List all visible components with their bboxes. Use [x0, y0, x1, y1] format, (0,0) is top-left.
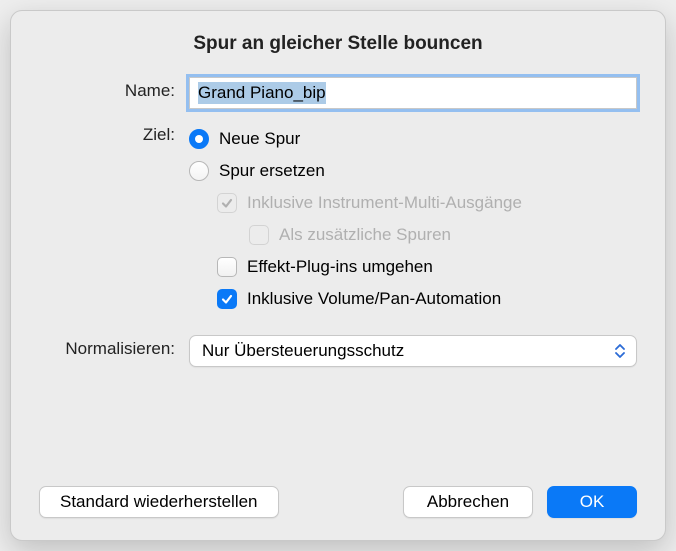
- radio-replace-track[interactable]: Spur ersetzen: [189, 155, 637, 187]
- check-as-additional-label: Als zusätzliche Spuren: [279, 225, 451, 245]
- check-include-volpan-label: Inklusive Volume/Pan-Automation: [247, 289, 501, 309]
- name-input[interactable]: Grand Piano_bip: [189, 77, 637, 109]
- normalize-row: Normalisieren: Nur Übersteuerungsschutz: [39, 335, 637, 367]
- normalize-select[interactable]: Nur Übersteuerungsschutz: [189, 335, 637, 367]
- checkbox-icon: [217, 257, 237, 277]
- radio-icon: [189, 129, 209, 149]
- check-include-multi: Inklusive Instrument-Multi-Ausgänge: [189, 187, 637, 219]
- ok-button[interactable]: OK: [547, 486, 637, 518]
- radio-replace-track-label: Spur ersetzen: [219, 161, 325, 181]
- radio-new-track[interactable]: Neue Spur: [189, 123, 637, 155]
- checkbox-icon: [217, 289, 237, 309]
- checkbox-icon: [249, 225, 269, 245]
- restore-default-button[interactable]: Standard wiederherstellen: [39, 486, 279, 518]
- bounce-dialog: Spur an gleicher Stelle bouncen Name: Gr…: [10, 10, 666, 541]
- normalize-value: Nur Übersteuerungsschutz: [202, 341, 610, 361]
- check-include-volpan[interactable]: Inklusive Volume/Pan-Automation: [189, 283, 637, 315]
- button-row: Standard wiederherstellen Abbrechen OK: [39, 486, 637, 518]
- cancel-button[interactable]: Abbrechen: [403, 486, 533, 518]
- check-bypass-fx-label: Effekt-Plug-ins umgehen: [247, 257, 433, 277]
- name-row: Name: Grand Piano_bip: [39, 77, 637, 109]
- destination-row: Ziel: Neue Spur Spur ersetzen Inklusive …: [39, 121, 637, 315]
- normalize-label: Normalisieren:: [39, 335, 189, 359]
- name-label: Name:: [39, 77, 189, 101]
- chevron-up-down-icon: [610, 340, 630, 362]
- name-input-value: Grand Piano_bip: [198, 82, 326, 104]
- check-bypass-fx[interactable]: Effekt-Plug-ins umgehen: [189, 251, 637, 283]
- radio-new-track-label: Neue Spur: [219, 129, 300, 149]
- checkbox-icon: [217, 193, 237, 213]
- check-as-additional: Als zusätzliche Spuren: [189, 219, 637, 251]
- destination-label: Ziel:: [39, 121, 189, 145]
- check-include-multi-label: Inklusive Instrument-Multi-Ausgänge: [247, 193, 522, 213]
- radio-icon: [189, 161, 209, 181]
- dialog-title: Spur an gleicher Stelle bouncen: [39, 33, 637, 55]
